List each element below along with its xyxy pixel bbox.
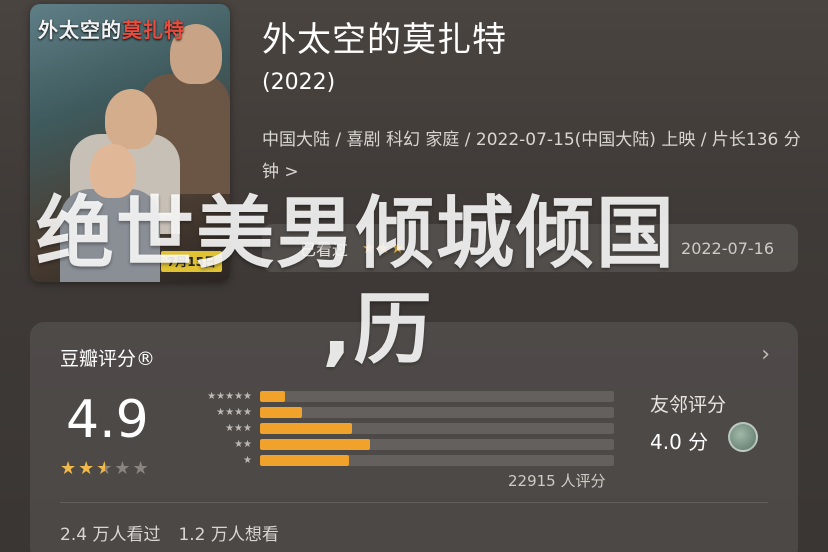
rating-count: 22915 人评分	[508, 472, 606, 490]
rating-bar-fill	[260, 454, 349, 466]
poster-title-prefix: 外太空的	[38, 18, 122, 42]
rating-bar-track	[260, 390, 614, 402]
audience-stats: 2.4 万人看过 1.2 万人想看	[60, 520, 279, 545]
star-empty-icon: ★★	[114, 458, 151, 479]
poster-figure	[105, 89, 157, 149]
rating-card[interactable]: 豆瓣评分® › 4.9 ★★★★★ ★★★★★ ★★★★ ★★★ ★★ ★ 22915 …	[30, 322, 798, 552]
watched-count: 2.4 万人看过	[60, 525, 161, 545]
rating-stars: ★★★★★	[60, 458, 151, 479]
friend-rating-label: 友邻评分	[650, 394, 727, 416]
rating-bar-fill	[260, 406, 303, 418]
star-full-icon: ★★	[60, 458, 97, 479]
movie-year: (2022)	[262, 70, 336, 95]
rating-row: ★★★★★	[186, 388, 614, 404]
rating-score: 4.9	[66, 390, 149, 450]
rating-bar-track	[260, 438, 614, 450]
rating-bar-track	[260, 454, 614, 466]
rating-bar-fill	[260, 422, 353, 434]
rating-breakdown: ★★★★★ ★★★★ ★★★ ★★ ★	[186, 388, 614, 468]
movie-meta[interactable]: 中国大陆 / 喜剧 科幻 家庭 / 2022-07-15(中国大陆) 上映 / …	[262, 124, 802, 188]
movie-title: 外太空的莫扎特	[262, 20, 507, 60]
rating-row-stars: ★★★★★	[207, 390, 252, 402]
chevron-right-icon[interactable]: ›	[761, 342, 770, 367]
divider	[60, 502, 768, 503]
star-half-icon: ★	[96, 458, 115, 479]
poster-title-highlight: 莫扎特	[122, 18, 185, 42]
avatar[interactable]	[728, 422, 758, 452]
rating-bar-fill	[260, 390, 285, 402]
rating-row-stars: ★★★	[225, 422, 252, 434]
rating-row-stars: ★	[243, 454, 252, 466]
rating-card-title: 豆瓣评分®	[60, 348, 156, 370]
wish-count: 1.2 万人想看	[178, 525, 279, 545]
rating-row: ★	[186, 452, 614, 468]
rating-bar-track	[260, 406, 614, 418]
overlay-line-1: 绝世美男倾城倾国	[36, 189, 677, 279]
rating-row: ★★	[186, 436, 614, 452]
friend-rating-score: 4.0 分	[650, 430, 709, 454]
rating-bar-track	[260, 422, 614, 434]
rating-row: ★★★★	[186, 404, 614, 420]
poster-title: 外太空的莫扎特	[38, 14, 185, 43]
rating-row: ★★★	[186, 420, 614, 436]
rating-row-stars: ★★	[234, 438, 252, 450]
chevron-right-icon: >	[284, 162, 299, 182]
rating-bar-fill	[260, 438, 370, 450]
movie-meta-text: 中国大陆 / 喜剧 科幻 家庭 / 2022-07-15(中国大陆) 上映 / …	[262, 130, 801, 182]
rating-row-stars: ★★★★	[216, 406, 252, 418]
